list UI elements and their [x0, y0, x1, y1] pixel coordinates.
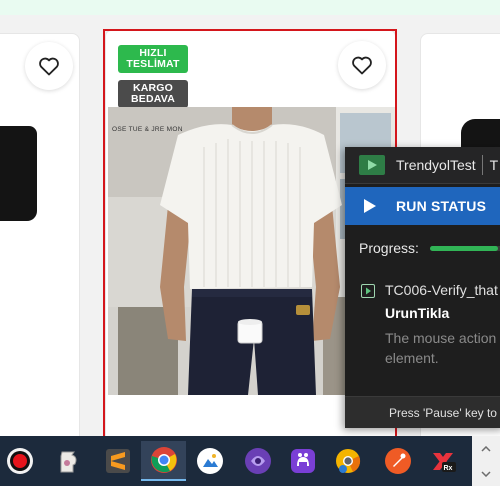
- chevron-up-icon: [481, 446, 491, 452]
- image-viewer-icon: [197, 448, 223, 474]
- taskbar-rx-app[interactable]: Rx: [423, 441, 463, 481]
- test-runner-title-extra: T: [489, 157, 499, 173]
- svg-text:Rx: Rx: [444, 465, 453, 472]
- test-runner-title: TrendyolTest: [396, 157, 476, 173]
- github-desktop-icon: [291, 449, 315, 473]
- run-status-bar[interactable]: RUN STATUS: [345, 187, 500, 225]
- test-runner-panel: TrendyolTest T RUN STATUS Progress: TC00…: [345, 147, 500, 428]
- test-step-description: The mouse action element.: [385, 330, 497, 366]
- chrome-icon: [150, 447, 177, 473]
- taskbar-chrome[interactable]: [141, 441, 186, 481]
- taskbar-pitcher-app[interactable]: [48, 441, 88, 481]
- favorite-button-left[interactable]: [25, 42, 73, 90]
- favorite-button[interactable]: [338, 41, 386, 89]
- taskbar-sublime-text[interactable]: [98, 441, 138, 481]
- taskbar-github-desktop[interactable]: [283, 441, 323, 481]
- taskbar-chrome-canary[interactable]: [328, 441, 368, 481]
- test-step-name: UrunTikla: [385, 305, 450, 321]
- taskbar-image-viewer[interactable]: [190, 441, 230, 481]
- progress-bar-fill: [430, 246, 498, 251]
- taskbar-postman[interactable]: [378, 441, 418, 481]
- test-runner-logo-icon: [359, 155, 385, 175]
- run-status-label: RUN STATUS: [396, 198, 487, 214]
- top-banner-strip: [0, 0, 500, 15]
- purple-swirl-icon: [245, 448, 271, 474]
- product-card-left[interactable]: [0, 33, 80, 453]
- chevron-down-icon: [481, 471, 491, 477]
- heart-outline-icon: [352, 56, 372, 75]
- sublime-text-icon: [106, 449, 130, 473]
- record-icon: [7, 448, 33, 474]
- product-image-left[interactable]: [0, 126, 37, 221]
- pitcher-icon: [60, 451, 77, 473]
- rx-icon: Rx: [433, 453, 456, 472]
- taskbar: Rx: [0, 436, 500, 486]
- header-separator: [481, 155, 483, 175]
- fast-delivery-badge: HIZLI TESLİMAT: [118, 45, 188, 73]
- free-cargo-badge: KARGO BEDAVA: [118, 80, 188, 108]
- chrome-canary-icon: [336, 449, 361, 473]
- taskbar-record[interactable]: [0, 441, 40, 481]
- scroll-up-button[interactable]: [476, 439, 496, 459]
- test-case-name: TC006-Verify_that: [385, 282, 498, 298]
- scrollbar-panel: [472, 436, 500, 486]
- taskbar-purple-app[interactable]: [238, 441, 278, 481]
- pause-hint: Press 'Pause' key to: [345, 396, 500, 428]
- photo-brand-text: OSE TUE & JRE MON: [112, 126, 183, 133]
- test-runner-header: TrendyolTest T: [345, 147, 500, 184]
- progress-bar: [430, 246, 500, 251]
- progress-label: Progress:: [359, 240, 419, 256]
- test-case-icon: [361, 284, 375, 298]
- postman-icon: [385, 448, 411, 474]
- play-icon: [364, 199, 376, 213]
- scroll-down-button[interactable]: [476, 464, 496, 484]
- heart-outline-icon: [39, 57, 59, 76]
